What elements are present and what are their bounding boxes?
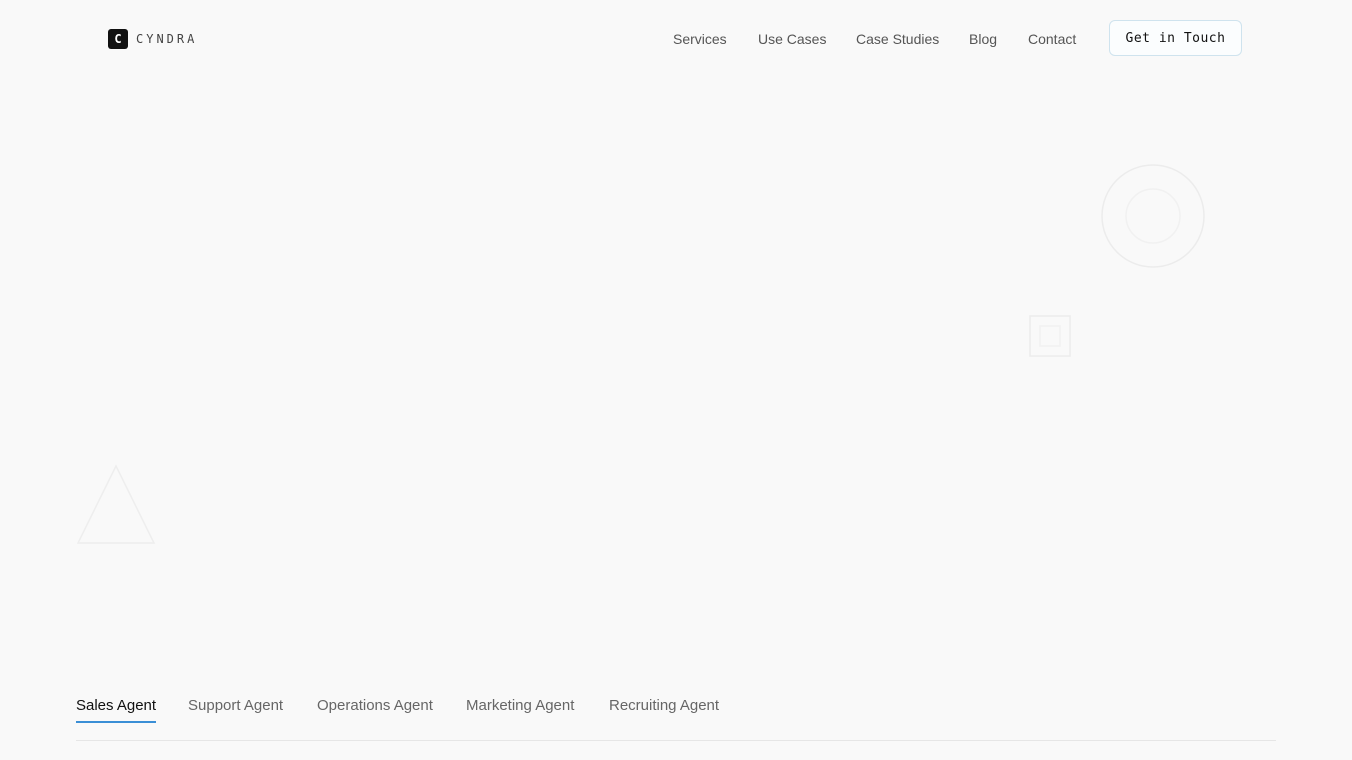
- tab-operations-agent[interactable]: Operations Agent: [317, 696, 433, 716]
- nav-item-services[interactable]: Services: [673, 29, 727, 49]
- active-tab-indicator: [76, 721, 156, 723]
- nav-item-case-studies[interactable]: Case Studies: [856, 29, 939, 49]
- nav-item-contact[interactable]: Contact: [1028, 29, 1076, 49]
- tab-marketing-agent[interactable]: Marketing Agent: [466, 696, 574, 716]
- tabs-divider: [76, 740, 1276, 741]
- nav-item-blog[interactable]: Blog: [969, 29, 997, 49]
- nav-item-use-cases[interactable]: Use Cases: [758, 29, 826, 49]
- triangle-icon: [76, 464, 156, 544]
- circle-icon: [1101, 164, 1205, 268]
- logo-mark: C: [108, 29, 128, 49]
- brand-logo[interactable]: C CYNDRA: [108, 29, 197, 49]
- tab-sales-agent[interactable]: Sales Agent: [76, 696, 156, 716]
- tab-recruiting-agent[interactable]: Recruiting Agent: [609, 696, 719, 716]
- logo-text: CYNDRA: [136, 32, 198, 46]
- tab-support-agent[interactable]: Support Agent: [188, 696, 283, 716]
- square-icon: [1029, 315, 1071, 357]
- get-in-touch-button[interactable]: Get in Touch: [1109, 20, 1242, 56]
